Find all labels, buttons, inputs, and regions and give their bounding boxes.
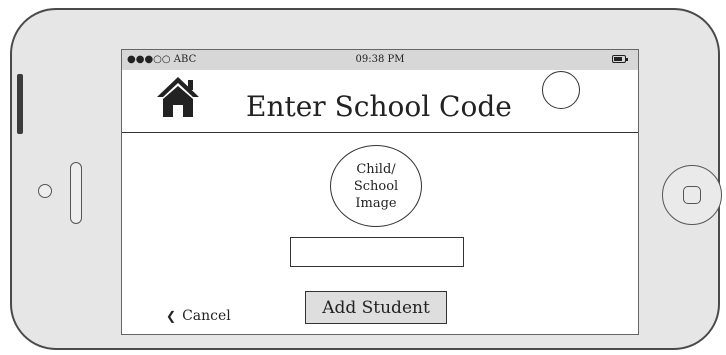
status-time: 09:38 PM: [355, 54, 405, 65]
school-code-input[interactable]: [290, 237, 464, 267]
battery-icon: [612, 55, 628, 63]
header-divider: [122, 132, 638, 133]
image-placeholder-label: Child/ School Image: [353, 161, 399, 211]
phone-frame: ●●●○○ ABC 09:38 PM Enter School Code Chi…: [10, 8, 722, 350]
status-bar: ●●●○○ ABC 09:38 PM: [122, 50, 638, 70]
chevron-left-icon: ❮: [166, 309, 177, 323]
front-camera: [38, 184, 52, 198]
speaker-grille: [70, 162, 82, 224]
cancel-label: Cancel: [182, 308, 231, 324]
profile-avatar[interactable]: [542, 71, 580, 109]
child-school-image-placeholder: Child/ School Image: [330, 145, 422, 227]
device-home-button[interactable]: [662, 165, 722, 225]
cancel-link[interactable]: ❮ Cancel: [166, 308, 231, 324]
volume-button: [17, 74, 23, 134]
home-button-square-icon: [683, 186, 701, 204]
page-title: Enter School Code: [246, 90, 512, 123]
screen: ●●●○○ ABC 09:38 PM Enter School Code Chi…: [121, 49, 639, 335]
add-student-button[interactable]: Add Student: [305, 291, 447, 324]
house-icon[interactable]: [155, 75, 201, 119]
